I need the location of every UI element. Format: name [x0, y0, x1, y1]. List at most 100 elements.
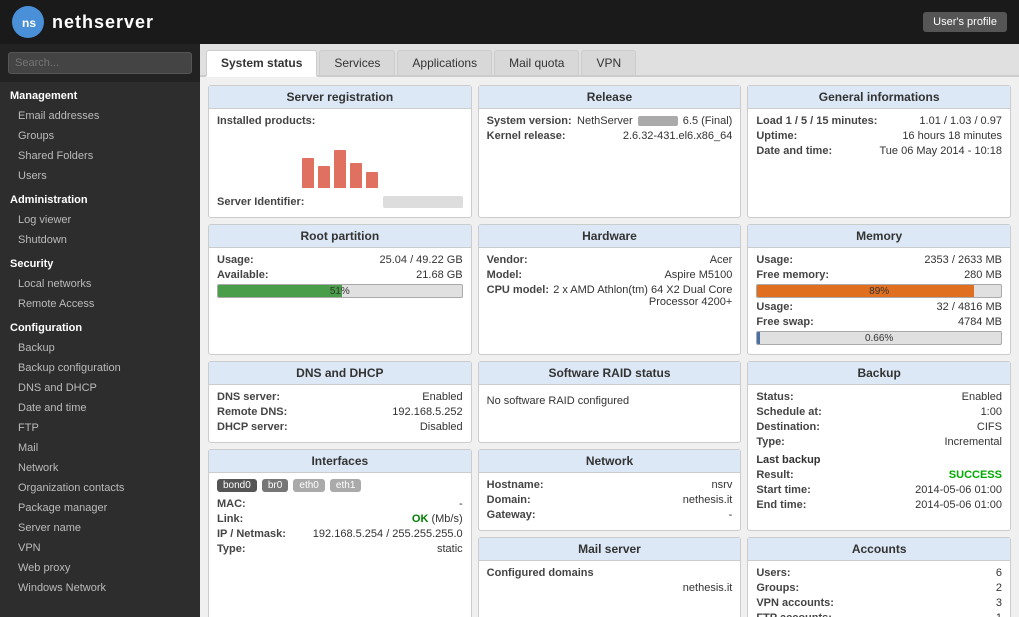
panel-server-registration-title: Server registration: [209, 86, 471, 109]
sidebar-item-backup[interactable]: Backup: [0, 338, 200, 358]
cpu-value: 2 x AMD Athlon(tm) 64 X2 Dual Core Proce…: [552, 284, 732, 308]
link-row: Link: OK (Mb/s): [217, 513, 463, 525]
sidebar-item-mail[interactable]: Mail: [0, 438, 200, 458]
sidebar-item-users[interactable]: Users: [0, 166, 200, 186]
backup-end-label: End time:: [756, 499, 806, 511]
configured-domains-row: Configured domains: [487, 567, 733, 579]
domain-value: nethesis.it: [683, 494, 733, 506]
sidebar-item-groups[interactable]: Groups: [0, 126, 200, 146]
vendor-row: Vendor: Acer: [487, 254, 733, 266]
tabs-bar: System status Services Applications Mail…: [200, 44, 1019, 77]
system-version-row: System version: NethServer 6.5 (Final): [487, 115, 733, 127]
svg-text:ns: ns: [22, 16, 36, 30]
sidebar-item-shutdown[interactable]: Shutdown: [0, 230, 200, 250]
backup-end-value: 2014-05-06 01:00: [915, 499, 1002, 511]
tab-mail-quota[interactable]: Mail quota: [494, 50, 579, 75]
dhcp-server-row: DHCP server: Disabled: [217, 421, 463, 433]
sidebar-item-remote-access[interactable]: Remote Access: [0, 294, 200, 314]
backup-destination-row: Destination: CIFS: [756, 421, 1002, 433]
sidebar-item-vpn[interactable]: VPN: [0, 538, 200, 558]
tag-eth0[interactable]: eth0: [293, 479, 324, 492]
sidebar-item-date-time[interactable]: Date and time: [0, 398, 200, 418]
panel-network-title: Network: [479, 450, 741, 473]
swap-usage-label: Usage:: [756, 301, 793, 313]
tag-br0[interactable]: br0: [262, 479, 288, 492]
tag-eth1[interactable]: eth1: [330, 479, 361, 492]
gateway-row: Gateway: -: [487, 509, 733, 521]
sidebar-item-package-manager[interactable]: Package manager: [0, 498, 200, 518]
sidebar-item-dns-dhcp[interactable]: DNS and DHCP: [0, 378, 200, 398]
system-version-label: System version:: [487, 115, 572, 127]
users-row: Users: 6: [756, 567, 1002, 579]
tag-bond0[interactable]: bond0: [217, 479, 257, 492]
backup-destination-value: CIFS: [977, 421, 1002, 433]
mac-label: MAC:: [217, 498, 246, 510]
tab-applications[interactable]: Applications: [397, 50, 492, 75]
backup-destination-label: Destination:: [756, 421, 820, 433]
sidebar-item-network[interactable]: Network: [0, 458, 200, 478]
dhcp-server-label: DHCP server:: [217, 421, 288, 433]
sidebar-section-configuration: Configuration: [0, 314, 200, 338]
date-label: Date and time:: [756, 145, 832, 157]
backup-result-value: SUCCESS: [949, 469, 1002, 481]
sidebar-item-windows-network[interactable]: Windows Network: [0, 578, 200, 598]
sidebar-item-server-name[interactable]: Server name: [0, 518, 200, 538]
free-memory-value: 280 MB: [964, 269, 1002, 281]
dns-server-value: Enabled: [422, 391, 462, 403]
logo-area: ns nethserver: [12, 6, 154, 38]
memory-progress-bar: 89%: [756, 284, 1002, 298]
panel-hardware: Hardware Vendor: Acer Model: Aspire M510…: [478, 224, 742, 355]
panel-interfaces: Interfaces bond0 br0 eth0 eth1 MAC: - Li…: [208, 449, 472, 617]
panel-general-info-title: General informations: [748, 86, 1010, 109]
free-swap-value: 4784 MB: [958, 316, 1002, 328]
memory-usage-label: Usage:: [756, 254, 793, 266]
panel-backup: Backup Status: Enabled Schedule at: 1:00…: [747, 361, 1011, 531]
panel-accounts-title: Accounts: [748, 538, 1010, 561]
sidebar-section-administration: Administration: [0, 186, 200, 210]
tab-vpn[interactable]: VPN: [581, 50, 636, 75]
sidebar-item-backup-configuration[interactable]: Backup configuration: [0, 358, 200, 378]
accounts-users-label: Users:: [756, 567, 790, 579]
sidebar-item-ftp[interactable]: FTP: [0, 418, 200, 438]
panel-dns-dhcp-title: DNS and DHCP: [209, 362, 471, 385]
panel-dns-dhcp: DNS and DHCP DNS server: Enabled Remote …: [208, 361, 472, 443]
software-raid-message: No software RAID configured: [487, 391, 733, 411]
sidebar-item-email-addresses[interactable]: Email addresses: [0, 106, 200, 126]
user-profile-button[interactable]: User's profile: [923, 12, 1007, 32]
ip-value: 192.168.5.254 / 255.255.255.0: [313, 528, 463, 540]
sidebar-item-org-contacts[interactable]: Organization contacts: [0, 478, 200, 498]
free-swap-row: Free swap: 4784 MB: [756, 316, 1002, 328]
backup-type-label: Type:: [756, 436, 785, 448]
hostname-row: Hostname: nsrv: [487, 479, 733, 491]
kernel-value: 2.6.32-431.el6.x86_64: [623, 130, 732, 142]
type-row: Type: static: [217, 543, 463, 555]
panel-release-title: Release: [479, 86, 741, 109]
panel-root-partition-title: Root partition: [209, 225, 471, 248]
search-input[interactable]: [8, 52, 192, 74]
link-value: OK (Mb/s): [412, 513, 463, 525]
backup-status-row: Status: Enabled: [756, 391, 1002, 403]
backup-result-row: Result: SUCCESS: [756, 469, 1002, 481]
accounts-ftp-label: FTP accounts:: [756, 612, 832, 617]
uptime-value: 16 hours 18 minutes: [902, 130, 1002, 142]
tab-services[interactable]: Services: [319, 50, 395, 75]
sidebar-item-web-proxy[interactable]: Web proxy: [0, 558, 200, 578]
swap-usage-value: 32 / 4816 MB: [937, 301, 1002, 313]
sidebar-item-local-networks[interactable]: Local networks: [0, 274, 200, 294]
swap-progress-bar: 0.66%: [756, 331, 1002, 345]
vendor-value: Acer: [710, 254, 733, 266]
panel-general-info: General informations Load 1 / 5 / 15 min…: [747, 85, 1011, 218]
tab-system-status[interactable]: System status: [206, 50, 317, 77]
partition-available-label: Available:: [217, 269, 269, 281]
sidebar-item-shared-folders[interactable]: Shared Folders: [0, 146, 200, 166]
free-memory-row: Free memory: 280 MB: [756, 269, 1002, 281]
panel-software-raid-title: Software RAID status: [479, 362, 741, 385]
dns-server-row: DNS server: Enabled: [217, 391, 463, 403]
link-speed: (Mb/s): [431, 513, 462, 525]
partition-usage-value: 25.04 / 49.22 GB: [379, 254, 462, 266]
date-row: Date and time: Tue 06 May 2014 - 10:18: [756, 145, 1002, 157]
sidebar-item-log-viewer[interactable]: Log viewer: [0, 210, 200, 230]
panel-mail-server-body: Configured domains nethesis.it: [479, 561, 741, 600]
model-row: Model: Aspire M5100: [487, 269, 733, 281]
link-status: OK: [412, 513, 429, 525]
